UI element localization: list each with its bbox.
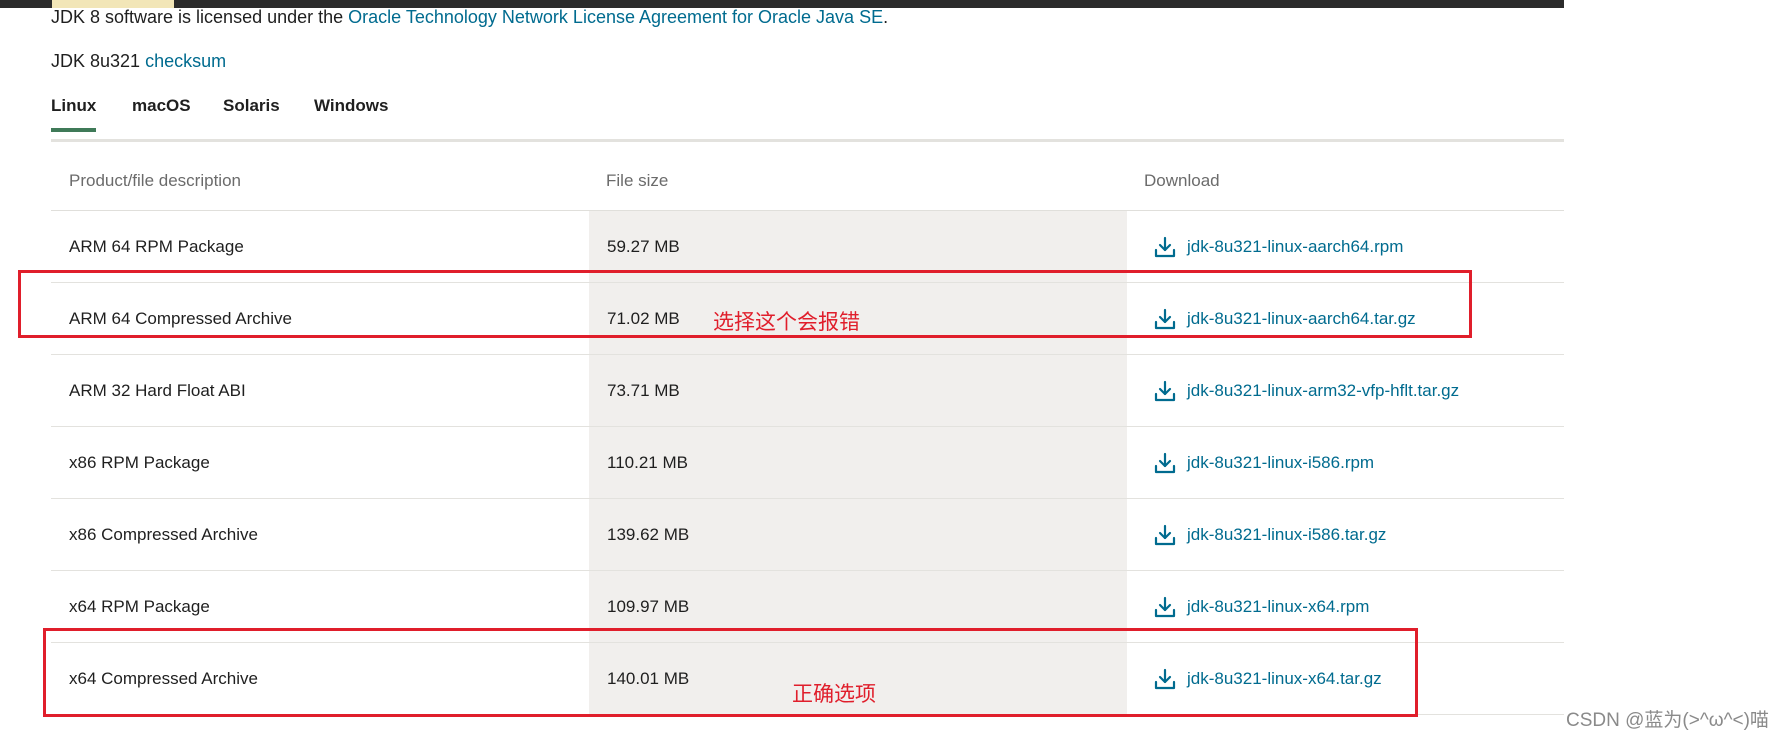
download-link[interactable]: jdk-8u321-linux-i586.tar.gz: [1187, 499, 1386, 571]
table-row: ARM 32 Hard Float ABI 73.71 MB jdk-8u321…: [51, 355, 1564, 427]
license-agreement-link[interactable]: Oracle Technology Network License Agreem…: [348, 7, 883, 27]
download-icon[interactable]: [1153, 235, 1177, 259]
row-description: x86 Compressed Archive: [69, 525, 258, 544]
download-link[interactable]: jdk-8u321-linux-arm32-vfp-hflt.tar.gz: [1187, 355, 1459, 427]
download-icon[interactable]: [1153, 595, 1177, 619]
download-icon[interactable]: [1153, 523, 1177, 547]
annotation-wrong-choice: 选择这个会报错: [713, 311, 860, 334]
row-file-size: 139.62 MB: [607, 525, 690, 544]
download-icon[interactable]: [1153, 379, 1177, 403]
row-description: x86 RPM Package: [69, 453, 210, 472]
license-text: JDK 8 software is licensed under the Ora…: [51, 7, 888, 28]
watermark: CSDN @蓝为(>^ω^<)喵: [1566, 710, 1769, 731]
header-description: Product/file description: [69, 171, 241, 190]
tab-macos[interactable]: macOS: [132, 96, 191, 128]
download-cell[interactable]: jdk-8u321-linux-i586.rpm: [1153, 427, 1374, 499]
tab-windows[interactable]: Windows: [314, 96, 388, 128]
download-link[interactable]: jdk-8u321-linux-i586.rpm: [1187, 427, 1374, 499]
row-file-size: 73.71 MB: [607, 381, 680, 400]
download-icon[interactable]: [1153, 451, 1177, 475]
row-file-size: 110.21 MB: [607, 453, 688, 472]
license-prefix: JDK 8 software is licensed under the: [51, 7, 349, 27]
checksum-prefix: JDK 8u321: [51, 51, 146, 71]
tab-solaris[interactable]: Solaris: [223, 96, 280, 128]
os-tabs: Linux macOS Solaris Windows: [51, 96, 1564, 142]
row-description: ARM 32 Hard Float ABI: [69, 381, 246, 400]
license-suffix: .: [883, 7, 889, 27]
table-row: x86 RPM Package 110.21 MB jdk-8u321-linu…: [51, 427, 1564, 499]
download-cell[interactable]: jdk-8u321-linux-arm32-vfp-hflt.tar.gz: [1153, 355, 1459, 427]
header-file-size: File size: [606, 171, 669, 190]
checksum-link[interactable]: checksum: [145, 51, 226, 71]
annotation-box-correct: [43, 628, 1418, 717]
checksum-line: JDK 8u321 checksum: [51, 51, 226, 72]
header-download: Download: [1144, 171, 1220, 190]
annotation-correct-choice: 正确选项: [792, 683, 876, 706]
table-row: x86 Compressed Archive 139.62 MB jdk-8u3…: [51, 499, 1564, 571]
tab-linux[interactable]: Linux: [51, 96, 97, 132]
download-cell[interactable]: jdk-8u321-linux-i586.tar.gz: [1153, 499, 1386, 571]
